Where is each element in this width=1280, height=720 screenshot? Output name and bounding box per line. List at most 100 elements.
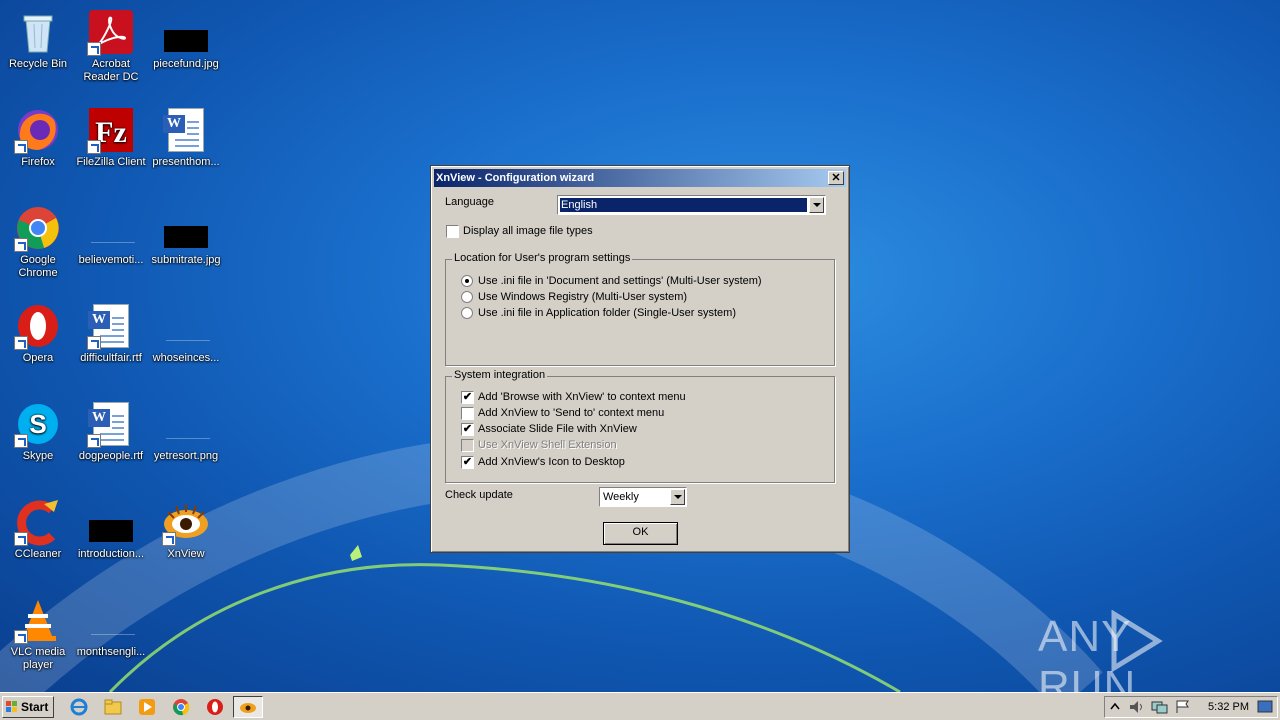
dialog-title: XnView - Configuration wizard [436, 172, 595, 184]
watermark-play-icon [1111, 610, 1163, 672]
desktop-icon-skype[interactable]: S Skype [0, 394, 76, 463]
desktop-icon-label: VLC media player [10, 646, 66, 671]
check-update-select[interactable]: Weekly [599, 487, 687, 507]
show-desktop-icon[interactable] [1257, 700, 1273, 714]
desktop-icon-label: Acrobat Reader DC [83, 58, 139, 83]
volume-icon[interactable] [1129, 700, 1145, 714]
internet-explorer-icon[interactable] [70, 698, 88, 716]
associate-slide-checkbox[interactable]: ✔ [461, 423, 474, 436]
shortcut-arrow-icon [87, 336, 101, 350]
desktop-icon-recycle-bin[interactable]: Recycle Bin [0, 2, 76, 71]
xnview-taskbar-button[interactable] [233, 696, 263, 718]
desktop-icon-label: Skype [22, 450, 54, 462]
close-icon: ✕ [831, 172, 841, 184]
desktop-icon-label: FileZilla Client [76, 156, 146, 168]
desktop-icon-dogpeople[interactable]: W dogpeople.rtf [73, 394, 149, 463]
browse-context-menu-checkbox[interactable]: ✔ [461, 391, 474, 404]
desktop-icon-label: piecefund.jpg [153, 58, 219, 70]
desktop-icon-presenthom[interactable]: W presenthom... [148, 100, 224, 169]
radio-ini-application[interactable] [461, 307, 473, 319]
desktop-icon-label: CCleaner [14, 548, 62, 560]
network-icon[interactable] [1151, 700, 1169, 714]
radio-windows-registry[interactable] [461, 291, 473, 303]
desktop-icon-submitrate[interactable]: submitrate.jpg [148, 198, 224, 267]
skype-icon: S [14, 400, 62, 448]
language-value: English [560, 198, 807, 212]
desktop-icon-whoseinces[interactable]: whoseinces... [148, 296, 224, 365]
acrobat-reader-icon [87, 8, 135, 56]
svg-text:S: S [29, 409, 46, 439]
desktop-icon-label: whoseinces... [152, 352, 220, 364]
desktop-icon-vlc[interactable]: VLC media player [0, 590, 76, 672]
browse-context-menu-label: Add 'Browse with XnView' to context menu [478, 391, 686, 403]
desktop-icon-ccleaner[interactable]: CCleaner [0, 492, 76, 561]
desktop-icon-monthsengli[interactable]: monthsengli... [73, 590, 149, 659]
check-icon: ✔ [462, 391, 473, 403]
desktop-icon-difficultfair[interactable]: W difficultfair.rtf [73, 296, 149, 365]
associate-slide-label: Associate Slide File with XnView [478, 423, 637, 435]
word-document-icon: W [162, 106, 210, 154]
chrome-taskbar-icon[interactable] [172, 698, 190, 716]
clock[interactable]: 5:32 PM [1208, 701, 1249, 713]
radio-ini-documents[interactable] [461, 275, 473, 287]
windows-logo-icon [6, 701, 17, 712]
word-document-icon: W [87, 302, 135, 350]
action-center-flag-icon[interactable] [1175, 700, 1191, 714]
desktop-icon-opera[interactable]: Opera [0, 296, 76, 365]
ccleaner-icon [14, 498, 62, 546]
shortcut-arrow-icon [14, 238, 28, 252]
radio-windows-registry-label: Use Windows Registry (Multi-User system) [478, 291, 688, 303]
desktop-icon-believemoti[interactable]: believemoti... [73, 198, 149, 267]
send-to-label: Add XnView to 'Send to' context menu [478, 407, 665, 419]
dialog-title-bar[interactable]: XnView - Configuration wizard ✕ [434, 169, 846, 187]
shortcut-arrow-icon [14, 336, 28, 350]
xnview-icon [162, 498, 210, 546]
system-tray: 5:32 PM [1104, 696, 1278, 718]
close-button[interactable]: ✕ [828, 171, 844, 185]
desktop-icon-filezilla[interactable]: Fz FileZilla Client [73, 100, 149, 169]
redacted-thumbnail-icon [87, 498, 135, 546]
redacted-thumbnail-icon [162, 8, 210, 56]
ok-button[interactable]: OK [603, 522, 678, 545]
desktop-icon-label: Google Chrome [18, 254, 58, 279]
desktop-icon-label: submitrate.jpg [151, 254, 221, 266]
radio-ini-application-label: Use .ini file in Application folder (Sin… [478, 307, 736, 319]
check-icon: ✔ [462, 456, 473, 468]
send-to-checkbox[interactable] [461, 407, 474, 420]
start-button[interactable]: Start [2, 696, 54, 718]
shortcut-arrow-icon [162, 532, 176, 546]
desktop-icon-label: Opera [22, 352, 54, 364]
display-all-label: Display all image file types [463, 225, 593, 237]
desktop-icon-acrobat-reader[interactable]: Acrobat Reader DC [73, 2, 149, 84]
desktop-icon-xnview[interactable]: XnView [148, 492, 224, 561]
desktop-icon-checkbox[interactable]: ✔ [461, 456, 474, 469]
desktop-icon-label: Firefox [21, 156, 55, 168]
opera-taskbar-icon[interactable] [206, 698, 224, 716]
file-thumbnail-icon [162, 302, 210, 350]
language-label: Language [445, 196, 494, 208]
file-thumbnail-icon [162, 400, 210, 448]
desktop-icon-label: dogpeople.rtf [78, 450, 144, 462]
word-document-icon: W [87, 400, 135, 448]
opera-icon [14, 302, 62, 350]
desktop-icon-yetresort[interactable]: yetresort.png [148, 394, 224, 463]
recycle-bin-icon [14, 8, 62, 56]
language-select[interactable]: English [557, 195, 826, 215]
desktop-icon-google-chrome[interactable]: Google Chrome [0, 198, 76, 280]
desktop-icon-introduction[interactable]: introduction... [73, 492, 149, 561]
media-player-icon[interactable] [138, 698, 156, 716]
desktop-icon-piecefund[interactable]: piecefund.jpg [148, 2, 224, 71]
start-label: Start [21, 700, 49, 714]
chevron-down-icon[interactable] [670, 489, 685, 505]
desktop-icon-firefox[interactable]: Firefox [0, 100, 76, 169]
shortcut-arrow-icon [14, 140, 28, 154]
show-hidden-icons-icon[interactable] [1109, 701, 1121, 713]
display-all-checkbox[interactable] [446, 225, 459, 238]
shell-extension-label: Use XnView Shell Extension [478, 439, 617, 451]
chevron-down-icon[interactable] [809, 197, 824, 213]
shortcut-arrow-icon [87, 434, 101, 448]
file-explorer-icon[interactable] [104, 698, 122, 716]
desktop-icon-label: Recycle Bin [8, 58, 68, 70]
desktop-icon-label: yetresort.png [153, 450, 219, 462]
desktop-icon-label: difficultfair.rtf [80, 352, 142, 364]
